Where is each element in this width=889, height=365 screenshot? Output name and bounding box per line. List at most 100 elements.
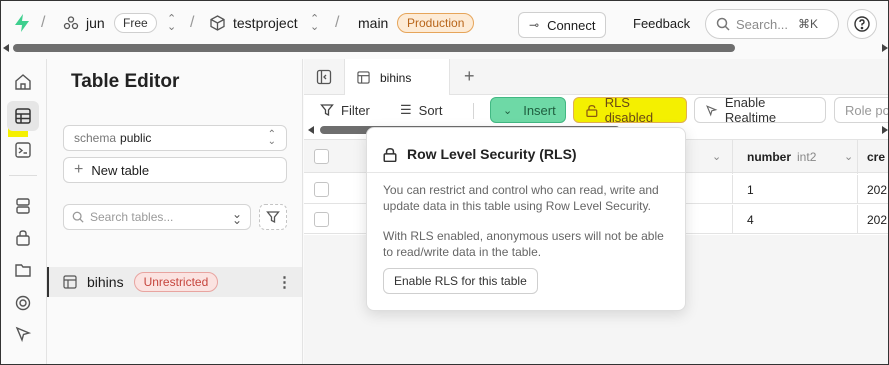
- left-nav-rail: [1, 59, 47, 364]
- help-icon: [854, 16, 870, 32]
- project-box-icon: [210, 15, 225, 31]
- scroll-right-arrow-icon[interactable]: [882, 126, 888, 134]
- column-menu-chevron-icon[interactable]: ⌄: [712, 150, 721, 163]
- help-button[interactable]: [847, 9, 877, 39]
- new-table-button[interactable]: + New table: [63, 157, 287, 183]
- table-list-item[interactable]: bihins Unrestricted ⋮: [47, 267, 302, 297]
- sort-button[interactable]: ☰ Sort: [394, 97, 449, 123]
- column-divider: [857, 205, 858, 234]
- auth-lock-icon[interactable]: [12, 227, 34, 249]
- column-name: number: [747, 150, 792, 164]
- role-label: Role po: [845, 102, 889, 118]
- environment-badge: Production: [397, 13, 475, 33]
- breadcrumb-separator: /: [190, 14, 195, 31]
- table-editor-icon[interactable]: [12, 105, 34, 127]
- sql-editor-icon[interactable]: [12, 139, 34, 161]
- cell-created[interactable]: 202: [867, 183, 887, 197]
- realtime-cursor-icon: [706, 104, 718, 117]
- column-header-created[interactable]: cre: [867, 150, 885, 164]
- project-switcher-chevron-icon[interactable]: ⌃ ⌄: [310, 14, 319, 33]
- tab-label: bihins: [380, 70, 412, 85]
- sort-list-icon: ☰: [400, 102, 412, 117]
- popover-divider: [367, 172, 685, 173]
- funnel-icon: [266, 211, 280, 224]
- lock-open-icon: [586, 104, 598, 117]
- scrollbar-thumb[interactable]: [13, 44, 735, 52]
- toolbar-divider: [473, 103, 474, 119]
- realtime-cursor-icon[interactable]: [12, 323, 34, 345]
- schema-value: public: [120, 131, 152, 145]
- tab-bar: bihins +: [304, 59, 888, 96]
- column-type: int2: [797, 150, 817, 164]
- top-horizontal-scrollbar[interactable]: [3, 43, 888, 53]
- cell-number[interactable]: 1: [747, 183, 754, 197]
- feedback-button[interactable]: Feedback: [633, 16, 690, 31]
- rls-popover: Row Level Security (RLS) You can restric…: [366, 127, 686, 311]
- popover-title-text: Row Level Security (RLS): [407, 146, 577, 162]
- enable-rls-button[interactable]: Enable RLS for this table: [383, 268, 538, 294]
- collapse-chevrons-icon[interactable]: ⌄ ⌄: [232, 208, 242, 226]
- column-header-number[interactable]: number int2: [747, 150, 816, 164]
- search-placeholder: Search...: [736, 16, 789, 32]
- search-tables-placeholder: Search tables...: [90, 210, 174, 224]
- search-tables-input[interactable]: Search tables... ⌄ ⌄: [63, 204, 251, 230]
- global-search-input[interactable]: Search... ⌘K: [705, 9, 839, 39]
- connect-label: Connect: [547, 17, 596, 33]
- plus-icon: +: [74, 161, 84, 178]
- search-icon: [716, 17, 730, 31]
- row-checkbox[interactable]: [314, 182, 329, 197]
- role-select[interactable]: Role po: [834, 97, 889, 123]
- enable-realtime-button[interactable]: Enable Realtime: [694, 95, 826, 125]
- breadcrumb-separator: /: [41, 14, 46, 31]
- filter-button[interactable]: Filter: [314, 97, 376, 123]
- project-name[interactable]: testproject: [233, 15, 298, 31]
- column-divider: [857, 175, 858, 204]
- cell-created[interactable]: 202: [867, 213, 887, 227]
- org-name[interactable]: jun: [86, 15, 105, 31]
- funnel-icon: [320, 104, 334, 117]
- filter-label: Filter: [341, 102, 370, 118]
- tab-bihins[interactable]: bihins: [344, 59, 450, 96]
- popover-title: Row Level Security (RLS): [383, 146, 577, 162]
- search-icon: [72, 211, 84, 223]
- supabase-logo-icon[interactable]: [13, 13, 31, 33]
- storage-folder-icon[interactable]: [12, 259, 34, 281]
- toggle-sidebar-icon[interactable]: [316, 69, 332, 88]
- cell-number[interactable]: 4: [747, 213, 754, 227]
- schema-select[interactable]: schema public ⌃ ⌄: [63, 125, 287, 151]
- new-tab-plus-icon[interactable]: +: [464, 66, 475, 87]
- rls-label: RLS disabled: [604, 95, 654, 125]
- more-options-icon[interactable]: ⋮: [277, 273, 292, 291]
- column-menu-chevron-icon[interactable]: ⌄: [844, 150, 853, 163]
- column-divider: [732, 205, 733, 234]
- schema-prefix: schema: [74, 131, 117, 145]
- app-window: / jun Free ⌃ ⌄ / testproject ⌃ ⌄ / main Pr…: [0, 0, 889, 365]
- edge-functions-icon[interactable]: [12, 292, 34, 314]
- realtime-label: Enable Realtime: [724, 95, 777, 125]
- connect-button[interactable]: ⊸ Connect: [518, 12, 607, 38]
- org-switcher-chevron-icon[interactable]: ⌃ ⌄: [167, 14, 176, 33]
- column-divider: [857, 140, 858, 174]
- database-icon[interactable]: [12, 195, 34, 217]
- org-icon: [63, 15, 79, 31]
- plan-badge: Free: [114, 13, 157, 33]
- unrestricted-badge: Unrestricted: [133, 272, 219, 292]
- home-icon[interactable]: [12, 71, 34, 93]
- branch-name[interactable]: main: [358, 15, 388, 31]
- top-bar: / jun Free ⌃ ⌄ / testproject ⌃ ⌄ / main Pr…: [1, 1, 888, 52]
- table-icon: [357, 71, 370, 84]
- grid-toolbar: Filter ☰ Sort ⌄ Insert RLS disabled Enab…: [304, 95, 889, 127]
- popover-description: You can restrict and control who can rea…: [383, 183, 659, 213]
- insert-button[interactable]: ⌄ Insert: [490, 97, 566, 123]
- rls-disabled-button[interactable]: RLS disabled: [573, 95, 687, 125]
- chevron-up-down-icon: ⌃ ⌄: [267, 129, 276, 147]
- breadcrumb-separator: /: [335, 14, 340, 31]
- scroll-right-arrow-icon[interactable]: [882, 44, 888, 52]
- row-checkbox[interactable]: [314, 212, 329, 227]
- filter-tables-button[interactable]: [259, 204, 287, 230]
- new-table-label: New table: [91, 162, 150, 178]
- scroll-left-arrow-icon[interactable]: [3, 44, 9, 52]
- scroll-left-arrow-icon[interactable]: [308, 126, 314, 134]
- select-all-checkbox[interactable]: [314, 149, 329, 164]
- table-editor-panel: Table Editor schema public ⌃ ⌄ + New tabl…: [47, 59, 303, 364]
